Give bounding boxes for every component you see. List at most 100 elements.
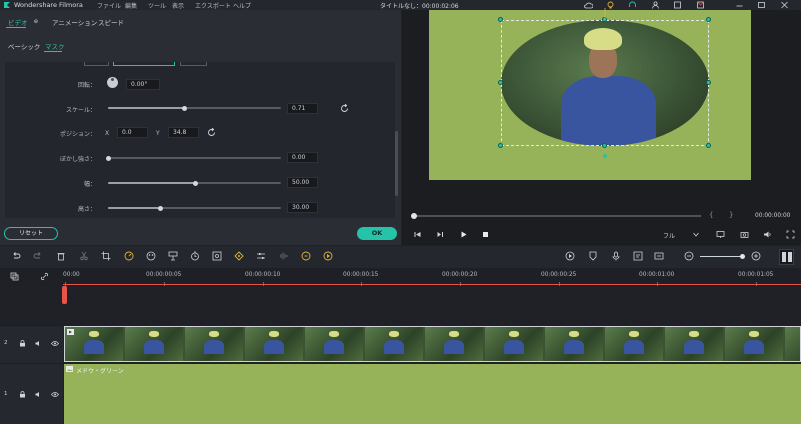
- resize-handle[interactable]: [498, 143, 503, 148]
- rotation-dial[interactable]: [107, 77, 118, 88]
- duration-icon[interactable]: [190, 251, 200, 261]
- menu-edit[interactable]: 編集: [125, 1, 137, 10]
- color-clip-meadow-green[interactable]: メドウ・グリーン: [64, 364, 801, 424]
- resize-handle[interactable]: [602, 143, 607, 148]
- zoom-out-icon[interactable]: [684, 251, 694, 261]
- height-slider-knob[interactable]: [158, 206, 163, 211]
- cut-icon[interactable]: [79, 251, 89, 261]
- mask-shape-tile-selected[interactable]: [113, 62, 175, 66]
- zoom-slider[interactable]: [700, 256, 744, 257]
- width-slider-knob[interactable]: [193, 181, 198, 186]
- scale-slider-knob[interactable]: [182, 106, 187, 111]
- resize-handle[interactable]: [706, 80, 711, 85]
- save-icon[interactable]: [673, 1, 682, 9]
- mark-out-bracket[interactable]: }: [729, 211, 733, 219]
- audio-mixer-icon[interactable]: [279, 251, 289, 261]
- stabilize-icon[interactable]: [168, 251, 178, 261]
- speaker-icon[interactable]: [35, 340, 42, 347]
- blur-slider[interactable]: [108, 157, 281, 159]
- ok-button[interactable]: OK: [357, 227, 397, 240]
- playback-progress-bar[interactable]: [413, 215, 701, 217]
- mask-selection-box[interactable]: [501, 20, 709, 146]
- subtab-basic[interactable]: ベーシック: [8, 41, 40, 51]
- link-icon[interactable]: [40, 272, 49, 281]
- maximize-icon[interactable]: [757, 1, 766, 9]
- play-icon[interactable]: [459, 230, 468, 239]
- resize-handle[interactable]: [498, 17, 503, 22]
- subtitle-icon[interactable]: [654, 251, 664, 261]
- redo-icon[interactable]: [33, 251, 43, 261]
- undo-icon[interactable]: [11, 251, 21, 261]
- chevron-down-icon[interactable]: [693, 232, 699, 237]
- close-icon[interactable]: [780, 1, 789, 9]
- color-icon[interactable]: [146, 251, 156, 261]
- tab-audio[interactable]: e: [34, 17, 38, 25]
- lightbulb-icon[interactable]: [606, 1, 615, 9]
- render-icon[interactable]: [565, 251, 575, 261]
- height-value[interactable]: 30.00: [287, 202, 318, 213]
- delete-icon[interactable]: [56, 251, 66, 261]
- speaker-icon[interactable]: [35, 391, 42, 398]
- eye-icon[interactable]: [51, 340, 59, 347]
- reset-button[interactable]: リセット: [4, 227, 58, 240]
- marker-icon[interactable]: [588, 251, 598, 261]
- audio-stretch-icon[interactable]: [301, 251, 311, 261]
- minimize-icon[interactable]: [735, 1, 744, 9]
- resize-handle[interactable]: [498, 80, 503, 85]
- mark-in-bracket[interactable]: {: [709, 211, 713, 219]
- play-pause-icon[interactable]: [436, 230, 445, 239]
- rotate-handle[interactable]: [603, 154, 607, 158]
- speed-icon[interactable]: [124, 251, 134, 261]
- adjust-icon[interactable]: [256, 251, 266, 261]
- scale-value[interactable]: 0.71: [287, 103, 318, 114]
- headset-icon[interactable]: [628, 1, 637, 9]
- width-value[interactable]: 50.00: [287, 177, 318, 188]
- menu-view[interactable]: 表示: [172, 1, 184, 10]
- tab-speed[interactable]: スピード: [98, 17, 124, 27]
- menu-help[interactable]: ヘルプ: [233, 1, 251, 10]
- position-y-field[interactable]: 34.8: [168, 127, 199, 138]
- mask-shape-tile[interactable]: [84, 62, 109, 66]
- position-x-field[interactable]: 0.0: [117, 127, 148, 138]
- playback-progress-knob[interactable]: [411, 213, 417, 219]
- mask-shape-tile[interactable]: [180, 62, 207, 66]
- keyframe-icon[interactable]: [234, 251, 244, 261]
- lock-icon[interactable]: [19, 340, 26, 347]
- playhead[interactable]: [62, 286, 67, 304]
- fit-icon[interactable]: [212, 251, 222, 261]
- microphone-icon[interactable]: [611, 251, 621, 261]
- previous-frame-icon[interactable]: [413, 230, 422, 239]
- blur-value[interactable]: 0.00: [287, 152, 318, 163]
- account-icon[interactable]: [651, 1, 660, 9]
- fullscreen-icon[interactable]: [786, 230, 795, 239]
- subtab-mask[interactable]: マスク: [45, 41, 65, 51]
- stop-icon[interactable]: [481, 230, 490, 239]
- tab-animation[interactable]: アニメーション: [52, 17, 97, 27]
- layout-toggle[interactable]: [779, 249, 794, 265]
- add-track-icon[interactable]: [10, 272, 19, 281]
- position-reset-icon[interactable]: [207, 128, 216, 137]
- menu-file[interactable]: ファイル: [97, 1, 121, 10]
- eye-icon[interactable]: [51, 391, 59, 398]
- volume-icon[interactable]: [763, 230, 772, 239]
- lock-icon[interactable]: [19, 391, 26, 398]
- resize-handle[interactable]: [706, 17, 711, 22]
- rotation-value[interactable]: 0.00°: [126, 79, 160, 90]
- auto-beat-icon[interactable]: [323, 251, 333, 261]
- cloud-icon[interactable]: [584, 1, 593, 9]
- snapshot-icon[interactable]: [740, 230, 749, 239]
- monitor-icon[interactable]: [716, 230, 725, 239]
- voiceover-icon[interactable]: [633, 251, 643, 261]
- tab-video[interactable]: ビデオ: [8, 17, 28, 27]
- menu-export[interactable]: エクスポート: [195, 1, 231, 10]
- crop-icon[interactable]: [101, 251, 111, 261]
- zoom-in-icon[interactable]: [751, 251, 761, 261]
- menu-tools[interactable]: ツール: [148, 1, 166, 10]
- video-clip-cyclist[interactable]: [64, 326, 801, 362]
- resize-handle[interactable]: [706, 143, 711, 148]
- quality-select[interactable]: フル: [663, 231, 675, 240]
- notification-icon[interactable]: [696, 1, 705, 9]
- scale-reset-icon[interactable]: [340, 104, 349, 113]
- properties-scrollbar[interactable]: [395, 131, 398, 196]
- zoom-slider-knob[interactable]: [740, 254, 745, 259]
